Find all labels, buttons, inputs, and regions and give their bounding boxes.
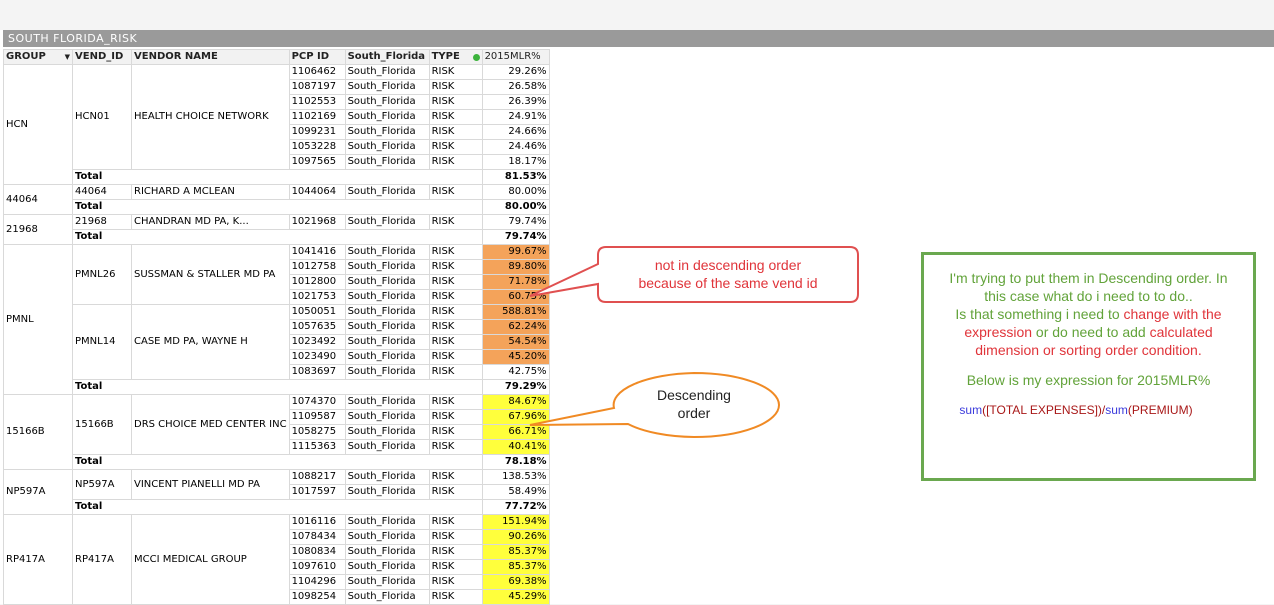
callout-descending-text: Descending order <box>657 387 731 421</box>
callout-shapes <box>529 246 859 439</box>
callout-not-descending-text: not in descending order because of the s… <box>638 257 818 291</box>
